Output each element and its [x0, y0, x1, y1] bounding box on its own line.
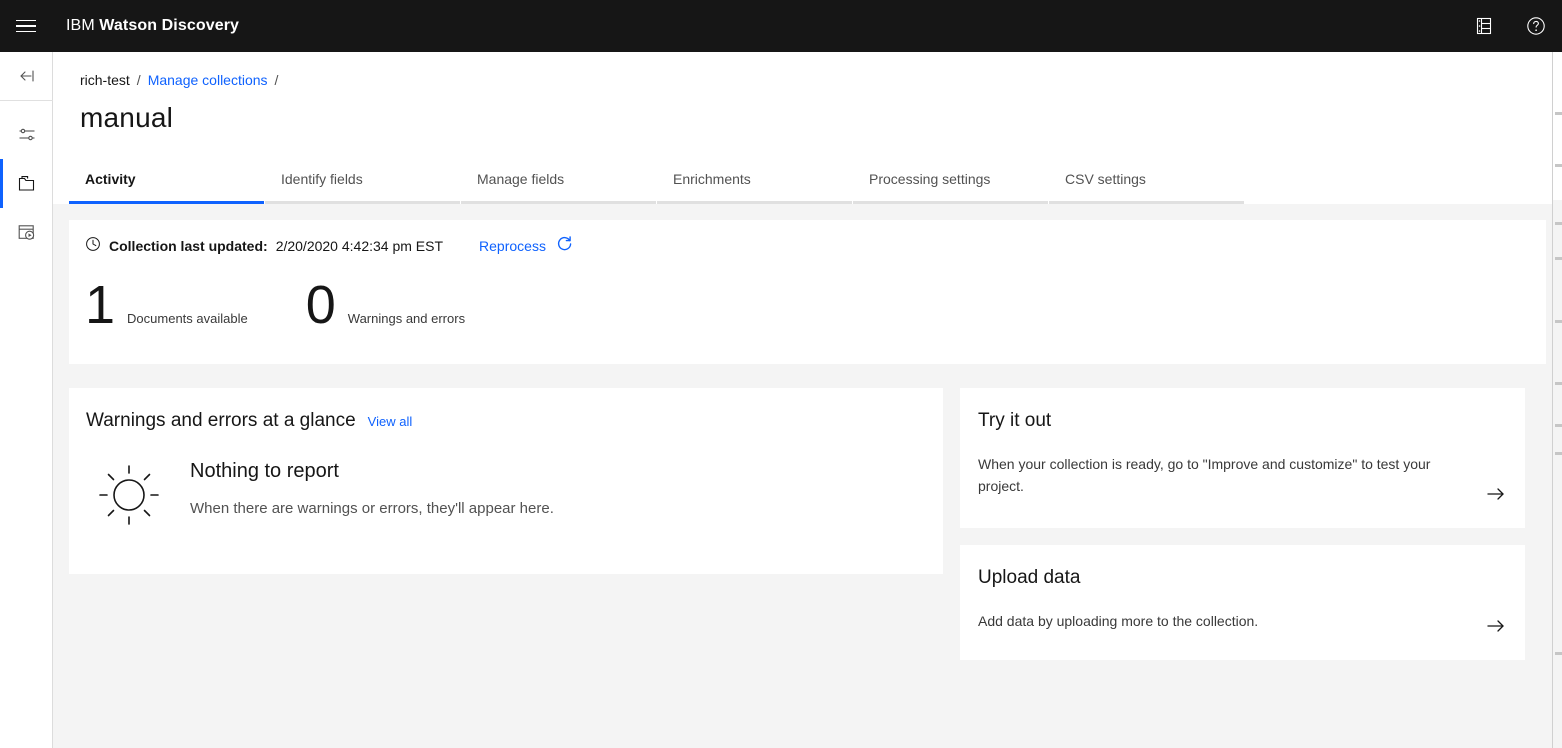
sun-icon [94, 460, 164, 535]
breadcrumb: rich-test / Manage collections / [80, 52, 1562, 88]
breadcrumb-separator-1: / [136, 72, 141, 88]
card-title: Try it out [978, 410, 1052, 431]
stat-warnings-errors: 0 Warnings and errors [306, 278, 465, 332]
app-window: IBM Watson Discovery rich-test / Manage … [0, 0, 1562, 748]
app-brand[interactable]: IBM Watson Discovery [66, 17, 239, 35]
stat-caption: Warnings and errors [347, 311, 466, 326]
page-header: rich-test / Manage collections / manual … [53, 52, 1562, 204]
tab-label: Processing settings [869, 171, 991, 187]
data-list-icon[interactable] [1458, 0, 1510, 52]
restart-refresh-icon [556, 235, 574, 256]
warnings-panel-title-row: Warnings and errors at a glance View all [69, 388, 943, 432]
global-header: IBM Watson Discovery [0, 0, 1562, 52]
stat-value: 0 [305, 275, 336, 335]
stats-row: 1 Documents available 0 Warnings and err… [69, 256, 1546, 332]
sidebar-item-improve-customize[interactable] [0, 208, 53, 257]
stat-value: 1 [85, 275, 116, 335]
last-updated-row: Collection last updated: 2/20/2020 4:42:… [69, 220, 1546, 256]
last-updated-label: Collection last updated: [109, 237, 268, 254]
tab-processing-settings[interactable]: Processing settings [853, 157, 1048, 204]
breadcrumb-manage-collections[interactable]: Manage collections [148, 72, 268, 88]
tab-enrichments[interactable]: Enrichments [657, 157, 852, 204]
sidebar-item-collapse[interactable] [0, 52, 53, 101]
main-content: rich-test / Manage collections / manual … [53, 52, 1562, 748]
card-description: Add data by uploading more to the collec… [978, 613, 1259, 629]
brand-prefix: IBM [66, 17, 95, 34]
card-description: When your collection is ready, go to "Im… [978, 456, 1431, 494]
tab-label: CSV settings [1065, 171, 1146, 187]
hamburger-menu-icon[interactable] [0, 0, 52, 52]
tab-csv-settings[interactable]: CSV settings [1049, 157, 1244, 204]
panels-row: Warnings and errors at a glance View all [69, 388, 1546, 660]
tab-label: Manage fields [477, 171, 565, 187]
side-cards: Try it out When your collection is ready… [960, 388, 1525, 660]
reprocess-label: Reprocess [479, 237, 546, 254]
sidebar-item-manage-collections[interactable] [0, 159, 53, 208]
clock-icon [85, 236, 101, 255]
upload-data-card[interactable]: Upload data Add data by uploading more t… [960, 545, 1525, 660]
empty-state-description: When there are warnings or errors, they'… [190, 500, 554, 517]
tab-label: Enrichments [673, 171, 751, 187]
tab-activity[interactable]: Activity [69, 157, 264, 204]
tab-manage-fields[interactable]: Manage fields [461, 157, 656, 204]
activity-body: Collection last updated: 2/20/2020 4:42:… [53, 204, 1562, 660]
view-all-link[interactable]: View all [368, 414, 413, 429]
arrow-right-icon[interactable] [1485, 483, 1507, 510]
background-edge-strip [1552, 52, 1562, 748]
left-rail [0, 52, 53, 748]
try-it-out-card[interactable]: Try it out When your collection is ready… [960, 388, 1525, 528]
card-title: Upload data [978, 567, 1081, 588]
arrow-right-icon[interactable] [1485, 615, 1507, 642]
warnings-panel-title: Warnings and errors at a glance [86, 410, 356, 431]
help-icon[interactable] [1510, 0, 1562, 52]
empty-state: Nothing to report When there are warning… [69, 432, 943, 535]
last-updated-value: 2/20/2020 4:42:34 pm EST [275, 237, 444, 254]
tab-bar: Activity Identify fields Manage fields E… [69, 157, 1245, 204]
sidebar-item-project-settings[interactable] [0, 110, 53, 159]
stat-documents-available: 1 Documents available [85, 278, 248, 332]
brand-name: Watson Discovery [99, 17, 240, 34]
empty-state-title: Nothing to report [190, 460, 339, 482]
page-title: manual [80, 102, 174, 133]
tab-label: Activity [85, 171, 136, 187]
empty-state-text: Nothing to report When there are warning… [190, 460, 554, 517]
breadcrumb-separator-2: / [274, 72, 279, 88]
tab-identify-fields[interactable]: Identify fields [265, 157, 460, 204]
header-actions [1458, 0, 1562, 52]
warnings-glance-panel: Warnings and errors at a glance View all [69, 388, 943, 574]
tab-label: Identify fields [281, 171, 363, 187]
reprocess-button[interactable]: Reprocess [479, 235, 574, 256]
collection-status-panel: Collection last updated: 2/20/2020 4:42:… [69, 220, 1546, 364]
breadcrumb-project[interactable]: rich-test [80, 72, 130, 88]
stat-caption: Documents available [127, 311, 248, 326]
